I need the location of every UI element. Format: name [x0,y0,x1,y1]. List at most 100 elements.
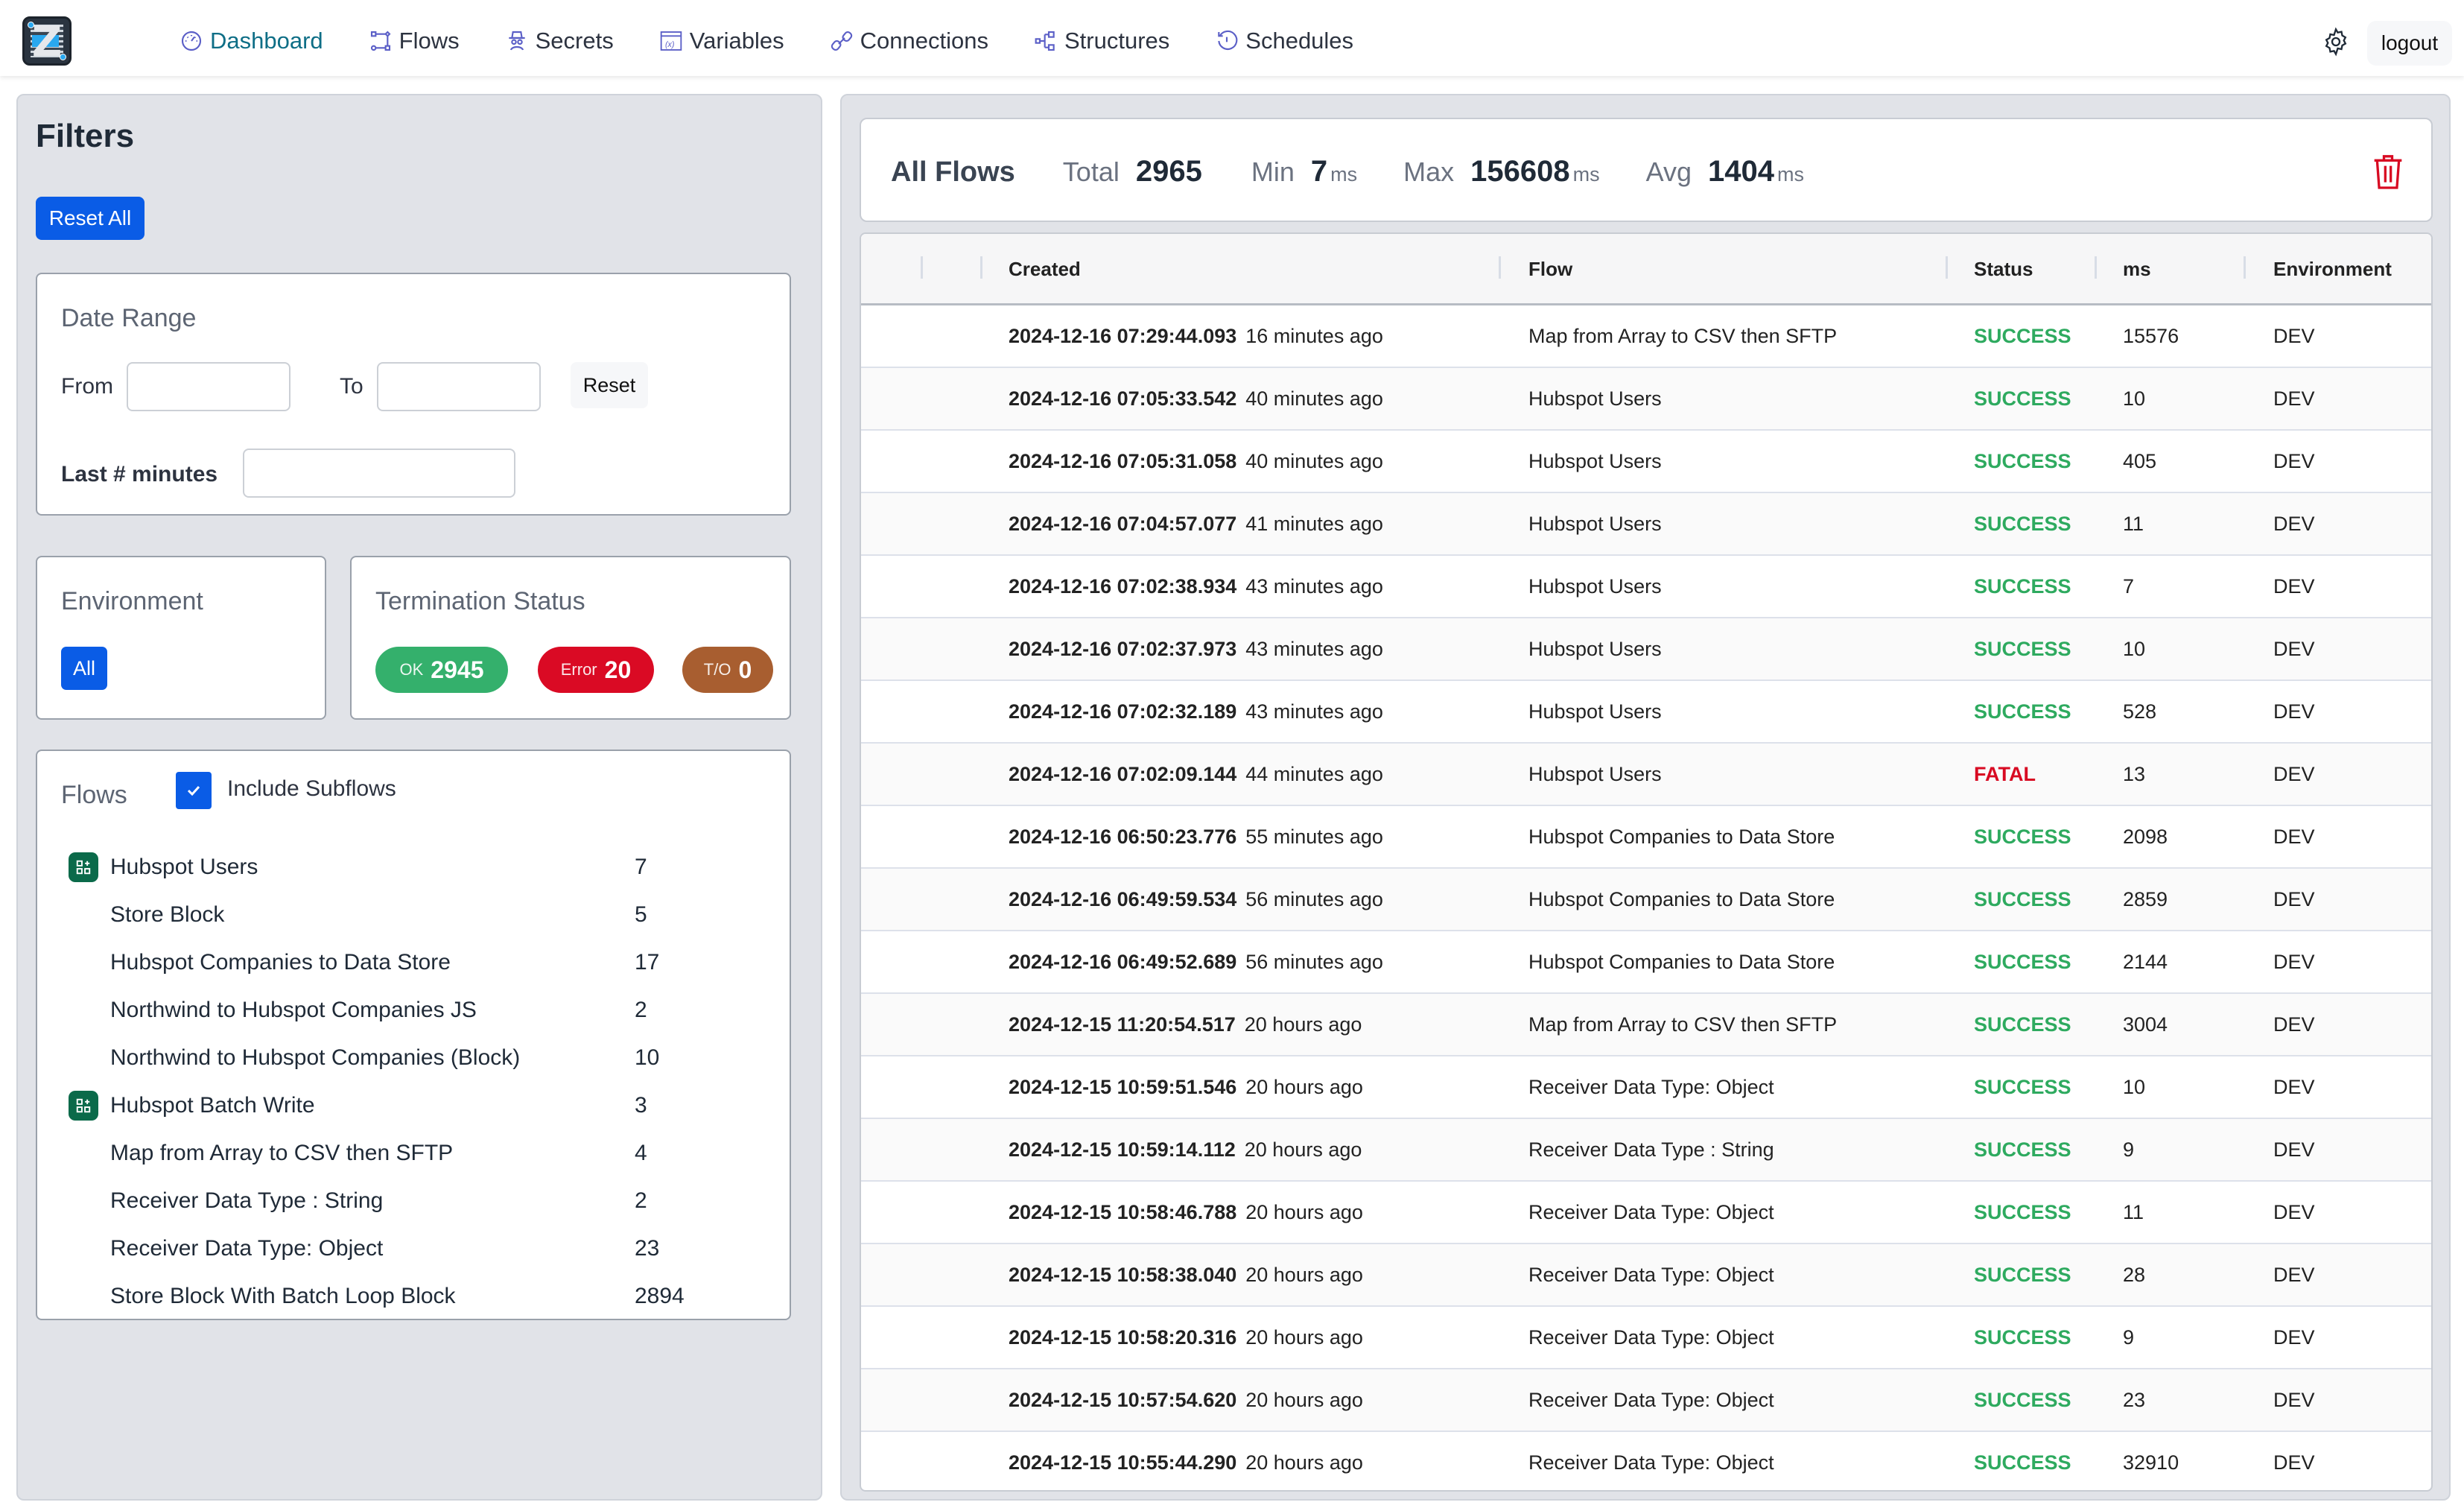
cell-flow: Hubspot Users [1528,638,1662,660]
cell-environment: DEV [2273,638,2315,660]
flow-filter-item[interactable]: Northwind to Hubspot Companies (Block) 10 [61,1034,761,1082]
cell-flow: Hubspot Companies to Data Store [1528,951,1835,973]
flow-count: 23 [635,1236,660,1261]
flow-filter-item[interactable]: Map from Array to CSV then SFTP 4 [61,1129,761,1177]
cell-status: SUCCESS [1974,387,2071,410]
logout-button[interactable]: logout [2367,21,2452,66]
created-relative: 41 minutes ago [1245,513,1383,535]
filters-title: Filters [36,118,135,154]
cell-ms: 9 [2123,1326,2135,1349]
date-range-card: Date Range From To Reset Last # minutes [36,273,791,516]
from-date-input[interactable] [127,362,290,411]
trash-icon[interactable] [2372,152,2404,191]
created-relative: 20 hours ago [1245,1389,1363,1411]
column-resizer[interactable] [1499,256,1501,279]
flow-filter-item[interactable]: Northwind to Hubspot Companies JS 2 [61,986,761,1034]
cell-environment: DEV [2273,826,2315,848]
flow-filter-item[interactable]: Receiver Data Type : String 2 [61,1177,761,1225]
flow-filter-item[interactable]: Hubspot Users 7 [61,843,761,891]
col-ms[interactable]: ms [2123,258,2151,281]
table-row[interactable]: 2024-12-16 07:02:38.934 43 minutes ago Hub… [861,556,2431,618]
main-nav: Dashboard Flows Secrets (x) Variables Co… [179,22,1398,60]
col-flow[interactable]: Flow [1528,258,1572,281]
created-timestamp: 2024-12-16 07:04:57.077 [1009,513,1237,535]
cell-status: SUCCESS [1974,1389,2071,1411]
table-row[interactable]: 2024-12-15 10:57:54.620 20 hours ago Recei… [861,1369,2431,1432]
status-timeout-pill[interactable]: T/O 0 [682,647,773,693]
flow-filter-item[interactable]: Hubspot Companies to Data Store 17 [61,939,761,986]
status-ok-pill[interactable]: OK 2945 [375,647,508,693]
cell-created: 2024-12-15 10:58:38.040 20 hours ago [1009,1264,1363,1287]
cell-status: SUCCESS [1974,1076,2071,1098]
cell-environment: DEV [2273,1013,2315,1036]
nav-connections[interactable]: Connections [829,28,988,54]
table-row[interactable]: 2024-12-16 07:05:31.058 40 minutes ago Hub… [861,431,2431,493]
cell-created: 2024-12-15 10:59:14.112 20 hours ago [1009,1138,1362,1162]
nav-dashboard[interactable]: Dashboard [179,28,323,54]
table-row[interactable]: 2024-12-16 07:02:37.973 43 minutes ago Hub… [861,618,2431,681]
column-resizer[interactable] [2095,256,2097,279]
gear-icon[interactable] [2321,27,2351,57]
table-row[interactable]: 2024-12-16 06:49:52.689 56 minutes ago Hub… [861,931,2431,994]
nav-variables[interactable]: (x) Variables [658,28,784,54]
table-row[interactable]: 2024-12-16 07:05:33.542 40 minutes ago Hub… [861,368,2431,431]
flow-filter-item[interactable]: Hubspot Batch Write 3 [61,1082,761,1129]
last-minutes-input[interactable] [243,449,515,498]
table-row[interactable]: 2024-12-15 11:20:54.517 20 hours ago Map f… [861,994,2431,1056]
column-resizer[interactable] [1946,256,1948,279]
table-row[interactable]: 2024-12-16 06:49:59.534 56 minutes ago Hub… [861,869,2431,931]
cell-flow: Hubspot Users [1528,763,1662,785]
nav-structures[interactable]: Structures [1033,28,1169,54]
table-row[interactable]: 2024-12-15 10:58:20.316 20 hours ago Recei… [861,1307,2431,1369]
column-resizer[interactable] [921,256,923,279]
cell-flow: Receiver Data Type : String [1528,1138,1774,1161]
schedules-clock-icon [1214,28,1239,54]
table-row[interactable]: 2024-12-15 10:59:51.546 20 hours ago Recei… [861,1056,2431,1119]
cell-status: SUCCESS [1974,1264,2071,1286]
nav-schedules[interactable]: Schedules [1214,28,1353,54]
column-resizer[interactable] [980,256,982,279]
table-row[interactable]: 2024-12-16 07:02:32.189 43 minutes ago Hub… [861,681,2431,744]
nav-flows[interactable]: Flows [368,28,460,54]
cell-created: 2024-12-15 10:57:54.620 20 hours ago [1009,1389,1363,1412]
status-error-pill[interactable]: Error 20 [538,647,654,693]
flow-count: 2 [635,998,647,1022]
to-date-input[interactable] [377,362,541,411]
include-subflows-checkbox[interactable] [176,772,212,809]
table-row[interactable]: 2024-12-15 10:58:46.788 20 hours ago Recei… [861,1182,2431,1244]
env-all-button[interactable]: All [61,647,107,690]
col-status[interactable]: Status [1974,258,2033,281]
column-resizer[interactable] [2244,256,2246,279]
created-timestamp: 2024-12-15 10:58:20.316 [1009,1326,1237,1349]
cell-ms: 2144 [2123,951,2168,973]
col-environment[interactable]: Environment [2273,258,2392,281]
flow-name: Store Block With Batch Loop Block [110,1284,456,1308]
table-row[interactable]: 2024-12-16 07:29:44.093 16 minutes ago Map… [861,305,2431,368]
flow-filter-item[interactable]: Receiver Data Type: Object 23 [61,1225,761,1273]
table-row[interactable]: 2024-12-15 10:58:38.040 20 hours ago Recei… [861,1244,2431,1307]
flow-filter-item[interactable]: Store Block With Batch Loop Block 2894 [61,1273,761,1320]
max-label: Max [1403,156,1455,187]
table-row[interactable]: 2024-12-16 07:02:09.144 44 minutes ago Hub… [861,744,2431,806]
cell-ms: 28 [2123,1264,2146,1286]
flow-filter-item[interactable]: Store Block 5 [61,891,761,939]
created-timestamp: 2024-12-15 10:57:54.620 [1009,1389,1237,1411]
nav-secrets[interactable]: Secrets [504,28,614,54]
termination-status-card: Termination Status OK 2945 Error 20 T/O … [350,556,791,720]
reset-all-button[interactable]: Reset All [36,197,145,240]
date-reset-button[interactable]: Reset [571,362,648,408]
table-row[interactable]: 2024-12-15 10:55:44.290 20 hours ago Recei… [861,1432,2431,1490]
cell-flow: Receiver Data Type: Object [1528,1076,1774,1098]
table-row[interactable]: 2024-12-15 10:59:14.112 20 hours ago Recei… [861,1119,2431,1182]
col-created[interactable]: Created [1009,258,1081,281]
flow-count: 3 [635,1093,647,1118]
cell-ms: 7 [2123,575,2135,598]
table-row[interactable]: 2024-12-16 07:04:57.077 41 minutes ago Hub… [861,493,2431,556]
cell-environment: DEV [2273,1451,2315,1474]
variables-x-icon: (x) [658,28,684,54]
avg-unit: ms [1776,163,1804,186]
nav-label: Variables [689,28,784,54]
app-logo[interactable]: Z [22,16,72,66]
timeout-label: T/O [703,660,731,679]
table-row[interactable]: 2024-12-16 06:50:23.776 55 minutes ago Hub… [861,806,2431,869]
